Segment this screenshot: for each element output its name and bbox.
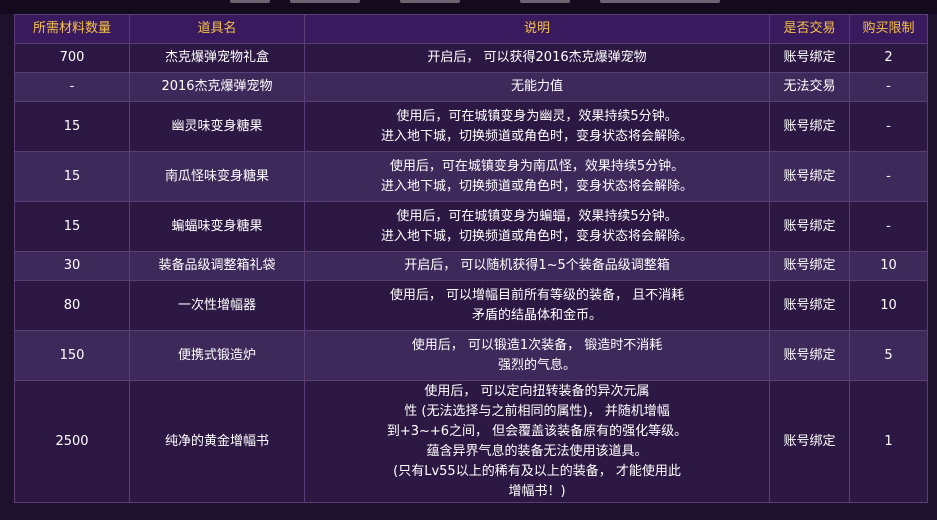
table-row: 15 南瓜怪味变身糖果 使用后，可在城镇变身为南瓜怪，效果持续5分钟。 进入地下城… — [14, 151, 928, 202]
table-header-row: 所需材料数量 道具名 说明 是否交易 购买限制 — [14, 14, 928, 44]
header-description: 说明 — [304, 14, 770, 44]
description-line: 使用后， 可以定向扭转装备的异次元属 — [424, 383, 650, 399]
cell-tradable: 账号绑定 — [769, 151, 850, 202]
table-row: - 2016杰克爆弹宠物 无能力值 无法交易 - — [14, 72, 928, 102]
table-row: 150 便携式锻造炉 使用后， 可以锻造1次装备， 锻造时不消耗 强烈的气息。 账… — [14, 330, 928, 381]
description-line: 增幅书！) — [508, 483, 566, 499]
cell-description: 使用后， 可以增幅目前所有等级的装备， 且不消耗 矛盾的结晶体和金币。 — [304, 280, 770, 331]
header-item-name: 道具名 — [129, 14, 305, 44]
description-line: 进入地下城，切换频道或角色时，变身状态将会解除。 — [380, 178, 693, 194]
description-line: 进入地下城，切换频道或角色时，变身状态将会解除。 — [380, 128, 693, 144]
cell-tradable: 无法交易 — [769, 72, 850, 102]
table-row: 30 装备品级调整箱礼袋 开启后， 可以随机获得1~5个装备品级调整箱 账号绑定… — [14, 251, 928, 281]
cell-tradable: 账号绑定 — [769, 101, 850, 152]
cell-description: 使用后，可在城镇变身为南瓜怪，效果持续5分钟。 进入地下城，切换频道或角色时，变身… — [304, 151, 770, 202]
header-cost: 所需材料数量 — [14, 14, 130, 44]
cell-cost: 15 — [14, 201, 130, 252]
description-line: 使用后， 可以锻造1次装备， 锻造时不消耗 — [411, 337, 663, 353]
table-row: 80 一次性增幅器 使用后， 可以增幅目前所有等级的装备， 且不消耗 矛盾的结晶体… — [14, 280, 928, 331]
cell-purchase-limit: 10 — [849, 251, 928, 281]
cell-purchase-limit: - — [849, 101, 928, 152]
description-line: 矛盾的结晶体和金币。 — [471, 307, 602, 323]
cell-tradable: 账号绑定 — [769, 251, 850, 281]
header-tradable: 是否交易 — [769, 14, 850, 44]
cell-item-name: 装备品级调整箱礼袋 — [129, 251, 305, 281]
table-row: 2500 纯净的黄金增幅书 使用后， 可以定向扭转装备的异次元属性 (无法选择与… — [14, 380, 928, 503]
header-purchase-limit: 购买限制 — [849, 14, 928, 44]
cell-purchase-limit: 1 — [849, 380, 928, 503]
cell-purchase-limit: 5 — [849, 330, 928, 381]
cell-cost: 80 — [14, 280, 130, 331]
table-row: 15 蝙蝠味变身糖果 使用后，可在城镇变身为蝙蝠，效果持续5分钟。 进入地下城，切… — [14, 201, 928, 252]
page: 所需材料数量 道具名 说明 是否交易 购买限制 700 杰克爆弹宠物礼盒 开启后… — [0, 0, 937, 520]
cell-cost: 15 — [14, 151, 130, 202]
description-line: 性 (无法选择与之前相同的属性)， 并随机增幅 — [404, 403, 670, 419]
cell-item-name: 蝙蝠味变身糖果 — [129, 201, 305, 252]
cell-item-name: 幽灵味变身糖果 — [129, 101, 305, 152]
description-line: 使用后， 可以增幅目前所有等级的装备， 且不消耗 — [389, 287, 685, 303]
shop-exchange-table: 所需材料数量 道具名 说明 是否交易 购买限制 700 杰克爆弹宠物礼盒 开启后… — [14, 14, 928, 503]
cell-cost: 2500 — [14, 380, 130, 503]
description-line: 开启后， 可以随机获得1~5个装备品级调整箱 — [404, 258, 670, 273]
description-line: 强烈的气息。 — [497, 357, 576, 373]
cell-cost: 700 — [14, 43, 130, 73]
cell-description: 开启后， 可以获得2016杰克爆弹宠物 — [304, 43, 770, 73]
table-row: 700 杰克爆弹宠物礼盒 开启后， 可以获得2016杰克爆弹宠物 账号绑定 2 — [14, 43, 928, 73]
cell-cost: - — [14, 72, 130, 102]
cell-description: 无能力值 — [304, 72, 770, 102]
cell-description: 开启后， 可以随机获得1~5个装备品级调整箱 — [304, 251, 770, 281]
description-line: 到+3~+6之间， 但会覆盖该装备原有的强化等级。 — [386, 423, 688, 439]
cell-tradable: 账号绑定 — [769, 201, 850, 252]
cell-description: 使用后， 可以定向扭转装备的异次元属性 (无法选择与之前相同的属性)， 并随机增… — [304, 380, 770, 503]
description-line: 使用后，可在城镇变身为蝙蝠，效果持续5分钟。 — [396, 208, 678, 224]
cell-tradable: 账号绑定 — [769, 43, 850, 73]
cell-purchase-limit: 2 — [849, 43, 928, 73]
cell-tradable: 账号绑定 — [769, 380, 850, 503]
description-line: 蕴含异界气息的装备无法使用该道具。 — [426, 443, 648, 459]
cell-item-name: 纯净的黄金增幅书 — [129, 380, 305, 503]
cell-item-name: 便携式锻造炉 — [129, 330, 305, 381]
cell-purchase-limit: - — [849, 151, 928, 202]
cropped-top-strip — [0, 0, 937, 14]
description-line: (只有Lv55以上的稀有及以上的装备， 才能使用此 — [393, 463, 681, 479]
cell-cost: 30 — [14, 251, 130, 281]
description-line: 使用后，可在城镇变身为南瓜怪，效果持续5分钟。 — [389, 158, 685, 174]
table-body: 700 杰克爆弹宠物礼盒 开启后， 可以获得2016杰克爆弹宠物 账号绑定 2 … — [14, 43, 928, 503]
table-row: 15 幽灵味变身糖果 使用后，可在城镇变身为幽灵，效果持续5分钟。 进入地下城，切… — [14, 101, 928, 152]
cell-item-name: 杰克爆弹宠物礼盒 — [129, 43, 305, 73]
cell-purchase-limit: 10 — [849, 280, 928, 331]
description-line: 进入地下城，切换频道或角色时，变身状态将会解除。 — [380, 228, 693, 244]
cell-cost: 15 — [14, 101, 130, 152]
description-line: 开启后， 可以获得2016杰克爆弹宠物 — [427, 50, 647, 65]
cell-tradable: 账号绑定 — [769, 280, 850, 331]
description-line: 无能力值 — [510, 79, 563, 94]
cell-description: 使用后，可在城镇变身为蝙蝠，效果持续5分钟。 进入地下城，切换频道或角色时，变身状… — [304, 201, 770, 252]
cell-purchase-limit: - — [849, 201, 928, 252]
cell-tradable: 账号绑定 — [769, 330, 850, 381]
cell-item-name: 南瓜怪味变身糖果 — [129, 151, 305, 202]
cell-item-name: 2016杰克爆弹宠物 — [129, 72, 305, 102]
cell-cost: 150 — [14, 330, 130, 381]
cell-description: 使用后， 可以锻造1次装备， 锻造时不消耗 强烈的气息。 — [304, 330, 770, 381]
cell-purchase-limit: - — [849, 72, 928, 102]
cell-description: 使用后，可在城镇变身为幽灵，效果持续5分钟。 进入地下城，切换频道或角色时，变身状… — [304, 101, 770, 152]
cell-item-name: 一次性增幅器 — [129, 280, 305, 331]
description-line: 使用后，可在城镇变身为幽灵，效果持续5分钟。 — [396, 108, 678, 124]
